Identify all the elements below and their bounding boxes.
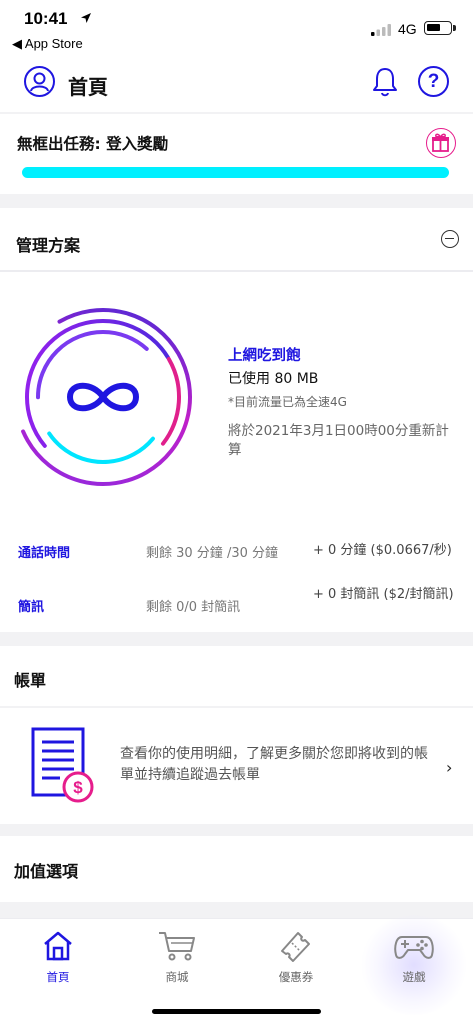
- manage-plan-card: 管理方案 上網吃到飽 已使用 80 MB *目前流量已為全速4G 將於2021年…: [0, 208, 473, 632]
- bill-description: 查看你的使用明細，了解更多關於您即將收到的帳單並持續追蹤過去帳單: [120, 746, 428, 783]
- tab-games[interactable]: 遊戲: [360, 915, 468, 1015]
- mission-label: 無框出任務: 登入獎勵: [17, 135, 169, 153]
- plan-section-title: 管理方案: [16, 236, 81, 255]
- bill-card[interactable]: $ 查看你的使用明細，了解更多關於您即將收到的帳單並持續追蹤過去帳單 ›: [0, 708, 473, 824]
- coupon-icon: [281, 932, 310, 962]
- battery-icon: [424, 21, 456, 35]
- profile-avatar-button[interactable]: [24, 66, 55, 97]
- tab-coupons-label: 優惠券: [278, 970, 314, 984]
- reset-date-text: 將於2021年3月1日00時00分重新計算: [228, 423, 449, 458]
- network-type: 4G: [398, 21, 417, 37]
- sms-label[interactable]: 簡訊: [18, 596, 44, 615]
- bill-section-title: 帳單: [14, 671, 47, 690]
- mission-card[interactable]: 無框出任務: 登入獎勵: [0, 114, 473, 194]
- addons-section: 加值選項: [0, 836, 473, 902]
- bell-icon[interactable]: [370, 66, 400, 98]
- bill-document-icon: $: [31, 727, 94, 803]
- mission-progress-bar: [22, 167, 449, 178]
- call-time-extra: + 0 分鐘 ($0.0667/秒): [313, 543, 452, 558]
- tab-shop[interactable]: 商城: [137, 929, 217, 985]
- gift-icon: [432, 133, 449, 152]
- tab-shop-label: 商城: [165, 970, 189, 984]
- tab-coupons[interactable]: 優惠券: [256, 929, 336, 985]
- app-header: 首頁 ?: [0, 56, 473, 112]
- location-arrow-icon: [81, 13, 91, 23]
- bill-section-header: 帳單: [0, 646, 473, 706]
- data-used: 已使用 80 MB: [228, 371, 319, 387]
- help-button[interactable]: ?: [418, 66, 449, 97]
- call-time-remaining: 剩餘 30 分鐘 /30 分鐘: [146, 546, 278, 561]
- svg-text:$: $: [73, 778, 83, 797]
- addons-section-title: 加值選項: [14, 862, 79, 881]
- cart-icon: [159, 932, 195, 961]
- speed-note: *目前流量已為全速4G: [228, 395, 347, 409]
- signal-icon: [371, 24, 391, 36]
- tab-home-label: 首頁: [46, 970, 70, 984]
- data-usage-ring: [14, 308, 192, 486]
- tab-home[interactable]: 首頁: [18, 929, 98, 985]
- status-time: 10:41: [24, 9, 68, 28]
- infinity-icon: [67, 382, 139, 412]
- home-icon: [44, 931, 72, 961]
- chevron-right-icon[interactable]: ›: [446, 758, 452, 777]
- collapse-minus-icon[interactable]: [441, 230, 459, 248]
- page-title: 首頁: [68, 75, 108, 99]
- user-icon: [30, 72, 49, 92]
- plan-name: 上網吃到飽: [228, 348, 301, 364]
- sms-remaining: 剩餘 0/0 封簡訊: [146, 600, 241, 615]
- call-time-label[interactable]: 通話時間: [18, 542, 70, 561]
- gamepad-icon: [394, 936, 434, 959]
- back-to-app-store-link[interactable]: ◀ App Store: [12, 36, 83, 52]
- home-indicator: [152, 1009, 321, 1014]
- sms-extra: + 0 封簡訊 ($2/封簡訊): [313, 587, 454, 602]
- tab-games-label: 遊戲: [402, 970, 426, 984]
- question-icon: ?: [427, 71, 440, 92]
- divider: [0, 270, 473, 272]
- status-bar: 10:41 ◀ App Store 4G: [0, 0, 473, 56]
- gift-button[interactable]: [426, 128, 456, 158]
